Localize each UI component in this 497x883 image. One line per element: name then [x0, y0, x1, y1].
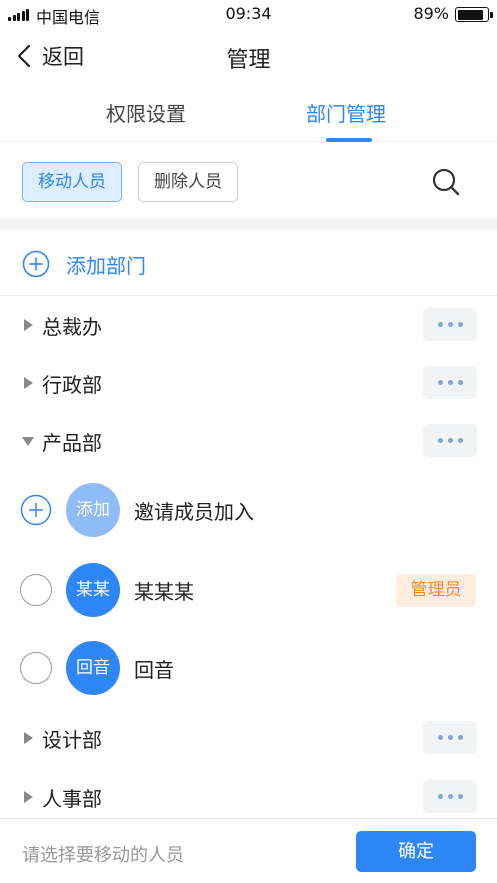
- department-name: 行政部: [42, 373, 102, 397]
- add-department-label: 添加部门: [66, 254, 146, 278]
- tab-permission-settings[interactable]: 权限设置: [106, 98, 186, 127]
- move-members-button[interactable]: 移动人员: [22, 162, 122, 202]
- bottom-bar: 请选择要移动的人员 确定: [0, 818, 497, 883]
- department-row-expanded[interactable]: 产品部: [0, 412, 497, 470]
- battery-icon: [455, 7, 493, 22]
- member-name: 邀请成员加入: [134, 500, 254, 524]
- action-bar: 移动人员 删除人员: [0, 142, 497, 218]
- department-name: 人事部: [42, 787, 102, 811]
- department-row[interactable]: 行政部: [0, 354, 497, 412]
- more-options-button[interactable]: [423, 366, 477, 399]
- tab-bar: 权限设置 部门管理: [0, 84, 497, 142]
- admin-badge: 管理员: [396, 574, 476, 607]
- department-row[interactable]: 设计部: [0, 709, 497, 767]
- nav-bar: 返回 管理: [0, 28, 497, 84]
- plus-circle-icon[interactable]: [20, 494, 52, 526]
- member-row[interactable]: 回音 回音: [0, 628, 497, 708]
- more-options-button[interactable]: [423, 721, 477, 754]
- caret-right-icon: [24, 377, 33, 389]
- plus-circle-icon: [22, 250, 50, 278]
- add-department-button[interactable]: 添加部门: [0, 230, 497, 296]
- avatar: 某某: [66, 563, 120, 617]
- caret-down-icon: [22, 437, 34, 446]
- more-options-button[interactable]: [423, 780, 477, 813]
- department-name: 设计部: [42, 728, 102, 752]
- status-bar: 中国电信 09:34 89%: [0, 0, 497, 28]
- search-icon[interactable]: [430, 166, 462, 198]
- member-name: 某某某: [134, 580, 194, 604]
- avatar: 回音: [66, 641, 120, 695]
- select-radio[interactable]: [20, 574, 52, 606]
- page-title: 管理: [226, 48, 271, 73]
- invite-member-row[interactable]: 添加 邀请成员加入: [0, 470, 497, 550]
- caret-right-icon: [24, 732, 33, 744]
- department-name: 产品部: [42, 431, 102, 455]
- more-options-button[interactable]: [423, 308, 477, 341]
- selection-hint: 请选择要移动的人员: [22, 845, 184, 866]
- more-options-button[interactable]: [423, 424, 477, 457]
- caret-right-icon: [24, 319, 33, 331]
- section-divider: [0, 218, 497, 230]
- battery-percent: 89%: [413, 4, 449, 23]
- select-radio[interactable]: [20, 652, 52, 684]
- delete-members-button[interactable]: 删除人员: [138, 162, 238, 202]
- member-name: 回音: [134, 658, 174, 682]
- department-row[interactable]: 总裁办: [0, 296, 497, 354]
- caret-right-icon: [24, 791, 33, 803]
- department-name: 总裁办: [42, 315, 102, 339]
- avatar: 添加: [66, 483, 120, 537]
- tab-department-management[interactable]: 部门管理: [306, 98, 386, 127]
- member-row[interactable]: 某某 某某某 管理员: [0, 550, 497, 630]
- confirm-button[interactable]: 确定: [356, 831, 476, 872]
